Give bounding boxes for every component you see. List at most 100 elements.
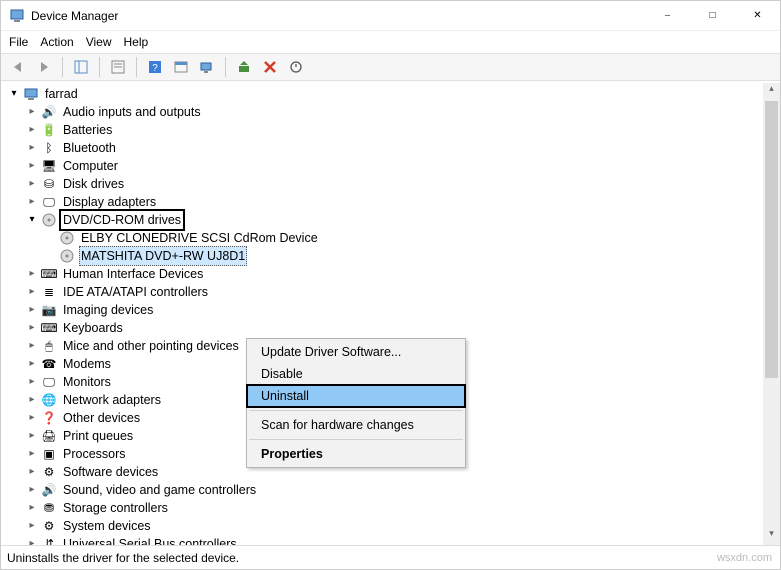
category-item[interactable]: Processors — [61, 445, 128, 463]
category-item[interactable]: Sound, video and game controllers — [61, 481, 258, 499]
expand-arrow[interactable]: ▸ — [25, 103, 39, 121]
device-item[interactable]: ELBY CLONEDRIVE SCSI CdRom Device — [79, 229, 320, 247]
device-category-icon: 🖥 — [41, 158, 57, 174]
back-button[interactable] — [7, 56, 29, 78]
computer-icon — [23, 86, 39, 102]
expand-arrow[interactable]: ▸ — [25, 121, 39, 139]
category-item[interactable]: Storage controllers — [61, 499, 170, 517]
scroll-down-icon[interactable]: ▾ — [763, 528, 780, 545]
category-item[interactable]: Computer — [61, 157, 120, 175]
show-hide-tree-button[interactable] — [70, 56, 92, 78]
category-item[interactable]: Mice and other pointing devices — [61, 337, 241, 355]
expand-arrow[interactable]: ▸ — [25, 283, 39, 301]
category-item[interactable]: System devices — [61, 517, 153, 535]
action-button[interactable] — [170, 56, 192, 78]
expand-arrow[interactable]: ▸ — [25, 535, 39, 545]
disable-button[interactable] — [285, 56, 307, 78]
device-category-icon: 🔊 — [41, 104, 57, 120]
device-category-icon: 🖵 — [41, 194, 57, 210]
menu-bar: File Action View Help — [1, 31, 780, 53]
expand-arrow[interactable]: ▾ — [7, 85, 21, 103]
ctx-disable[interactable]: Disable — [247, 363, 465, 385]
scan-button[interactable] — [196, 56, 218, 78]
context-menu: Update Driver Software... Disable Uninst… — [246, 338, 466, 468]
uninstall-button[interactable] — [259, 56, 281, 78]
expand-arrow[interactable]: ▸ — [25, 517, 39, 535]
watermark: wsxdn.com — [717, 552, 780, 564]
dvd-icon — [59, 248, 75, 264]
menu-help[interactable]: Help — [124, 35, 149, 49]
category-item[interactable]: Imaging devices — [61, 301, 155, 319]
category-item[interactable]: Display adapters — [61, 193, 158, 211]
category-item[interactable]: Print queues — [61, 427, 135, 445]
menu-action[interactable]: Action — [40, 35, 73, 49]
device-category-icon: ≣ — [41, 284, 57, 300]
menu-view[interactable]: View — [86, 35, 112, 49]
expand-arrow[interactable]: ▸ — [25, 175, 39, 193]
category-item[interactable]: Software devices — [61, 463, 160, 481]
scroll-up-icon[interactable]: ▴ — [763, 83, 780, 100]
category-item[interactable]: Modems — [61, 355, 113, 373]
category-item[interactable]: Network adapters — [61, 391, 163, 409]
close-button[interactable]: ✕ — [735, 1, 780, 30]
help-button[interactable]: ? — [144, 56, 166, 78]
expand-arrow[interactable]: ▸ — [25, 157, 39, 175]
scroll-thumb[interactable] — [765, 101, 778, 378]
category-dvd[interactable]: DVD/CD-ROM drives — [61, 211, 183, 229]
app-icon — [9, 8, 25, 24]
expand-arrow[interactable]: ▸ — [25, 319, 39, 337]
category-item[interactable]: IDE ATA/ATAPI controllers — [61, 283, 210, 301]
expand-arrow[interactable]: ▸ — [25, 409, 39, 427]
device-category-icon: ⚙ — [41, 464, 57, 480]
dvd-icon — [41, 212, 57, 228]
device-category-icon: ᛒ — [41, 140, 57, 156]
category-item[interactable]: Human Interface Devices — [61, 265, 205, 283]
category-item[interactable]: Disk drives — [61, 175, 126, 193]
expand-arrow[interactable]: ▸ — [25, 355, 39, 373]
device-category-icon: 📷 — [41, 302, 57, 318]
category-item[interactable]: Keyboards — [61, 319, 125, 337]
category-item[interactable]: Other devices — [61, 409, 142, 427]
maximize-button[interactable]: □ — [690, 1, 735, 30]
status-text: Uninstalls the driver for the selected d… — [7, 551, 239, 565]
device-category-icon: ☎ — [41, 356, 57, 372]
vertical-scrollbar[interactable]: ▴ ▾ — [763, 83, 780, 545]
expand-arrow[interactable]: ▸ — [25, 373, 39, 391]
expand-arrow[interactable]: ▸ — [25, 391, 39, 409]
device-tree[interactable]: ▾ farrad ▸ 🔊 Audio inputs and outputs ▸ … — [1, 81, 780, 545]
category-item[interactable]: Audio inputs and outputs — [61, 103, 203, 121]
expand-arrow[interactable]: ▾ — [25, 211, 39, 229]
root-node[interactable]: farrad — [43, 85, 80, 103]
category-item[interactable]: Monitors — [61, 373, 113, 391]
device-category-icon: 🖨 — [41, 428, 57, 444]
ctx-update-driver[interactable]: Update Driver Software... — [247, 341, 465, 363]
title-bar: Device Manager – □ ✕ — [1, 1, 780, 31]
expand-arrow[interactable]: ▸ — [25, 301, 39, 319]
ctx-scan[interactable]: Scan for hardware changes — [247, 414, 465, 436]
expand-arrow[interactable]: ▸ — [25, 481, 39, 499]
svg-text:?: ? — [152, 63, 158, 74]
expand-arrow[interactable]: ▸ — [25, 499, 39, 517]
expand-arrow[interactable]: ▸ — [25, 139, 39, 157]
category-item[interactable]: Universal Serial Bus controllers — [61, 535, 239, 545]
device-item-selected[interactable]: MATSHITA DVD+-RW UJ8D1 — [79, 246, 247, 266]
expand-arrow[interactable]: ▸ — [25, 445, 39, 463]
expand-arrow[interactable]: ▸ — [25, 265, 39, 283]
expand-arrow[interactable]: ▸ — [25, 337, 39, 355]
status-bar: Uninstalls the driver for the selected d… — [1, 545, 780, 569]
device-category-icon: 🖵 — [41, 374, 57, 390]
menu-file[interactable]: File — [9, 35, 28, 49]
device-category-icon: 🖱 — [41, 338, 57, 354]
expand-arrow[interactable]: ▸ — [25, 427, 39, 445]
update-driver-button[interactable] — [233, 56, 255, 78]
properties-button[interactable] — [107, 56, 129, 78]
ctx-uninstall[interactable]: Uninstall — [247, 385, 465, 407]
device-category-icon: ⛁ — [41, 176, 57, 192]
category-item[interactable]: Batteries — [61, 121, 114, 139]
expand-arrow[interactable]: ▸ — [25, 463, 39, 481]
category-item[interactable]: Bluetooth — [61, 139, 118, 157]
forward-button[interactable] — [33, 56, 55, 78]
expand-arrow[interactable]: ▸ — [25, 193, 39, 211]
ctx-properties[interactable]: Properties — [247, 443, 465, 465]
minimize-button[interactable]: – — [645, 1, 690, 30]
